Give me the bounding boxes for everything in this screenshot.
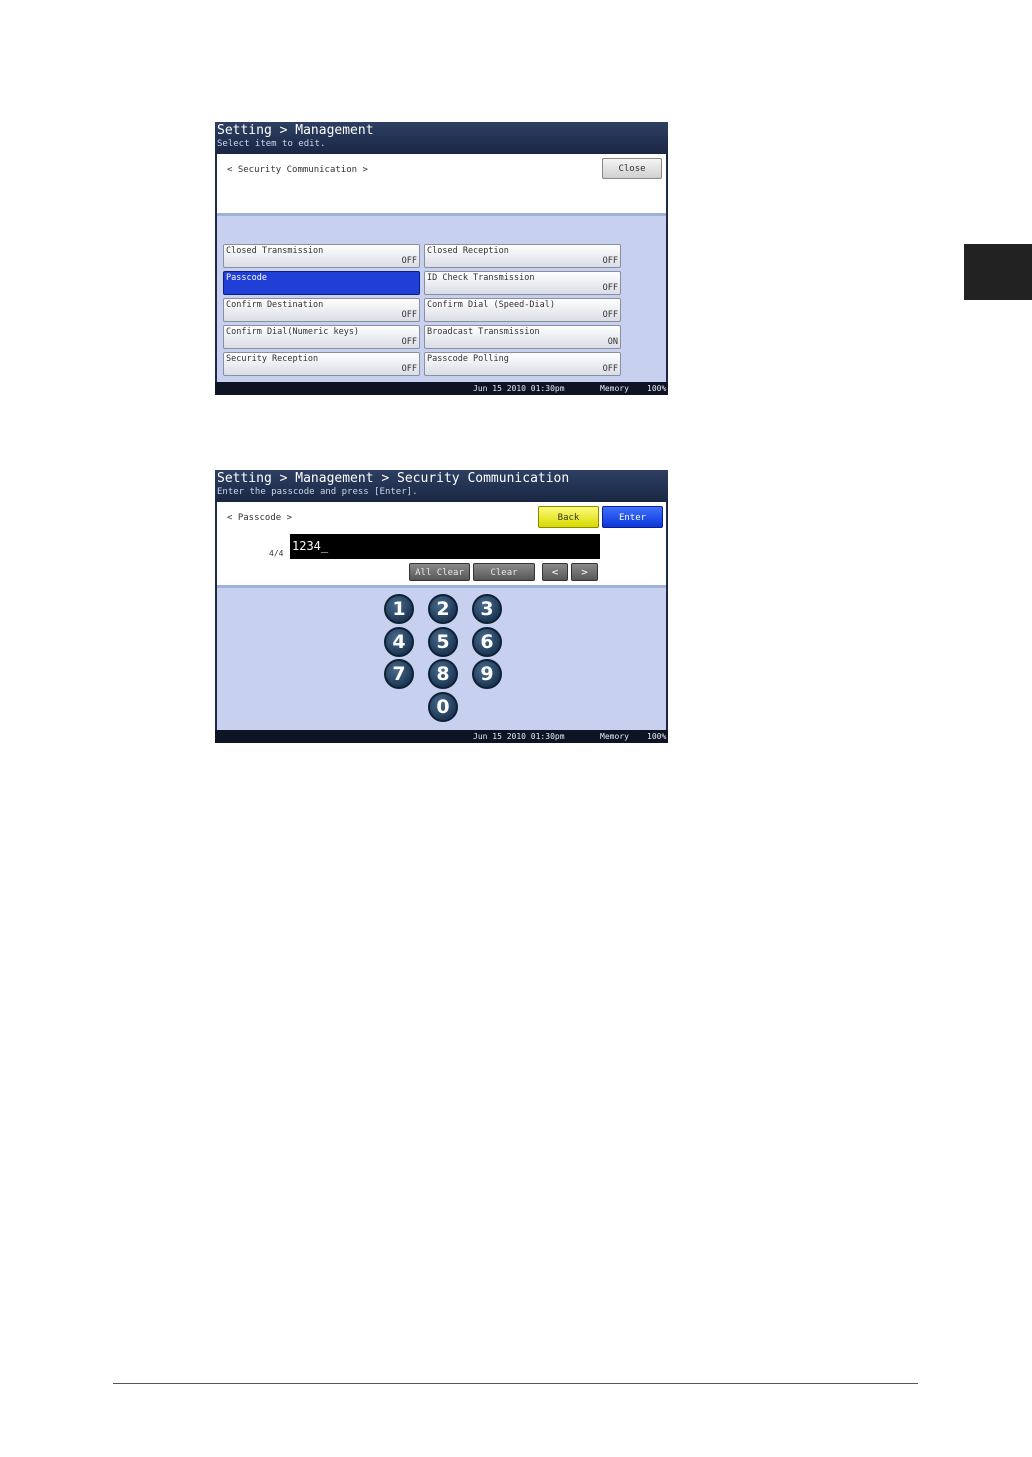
option-broadcast-transmission[interactable]: Broadcast Transmission ON [424, 325, 621, 349]
back-button[interactable]: Back [538, 506, 599, 528]
keypad-area: 1 2 3 4 5 6 7 8 9 0 [217, 588, 666, 730]
management-screen: Setting > Management Select item to edit… [215, 122, 668, 395]
key-1[interactable]: 1 [384, 594, 414, 624]
option-security-reception[interactable]: Security Reception OFF [223, 352, 420, 376]
enter-button[interactable]: Enter [602, 506, 663, 528]
key-2[interactable]: 2 [428, 594, 458, 624]
option-passcode-polling[interactable]: Passcode Polling OFF [424, 352, 621, 376]
option-passcode[interactable]: Passcode [223, 271, 420, 295]
option-value: OFF [401, 310, 417, 320]
option-label: Confirm Dial(Numeric keys) [226, 327, 360, 337]
chapter-tab [964, 244, 1032, 300]
top-panel: < Security Communication > Close [217, 154, 666, 216]
option-value: OFF [401, 337, 417, 347]
key-8[interactable]: 8 [428, 659, 458, 689]
screen-subtitle: Select item to edit. [217, 139, 326, 149]
option-label: Confirm Dial (Speed-Dial) [427, 300, 555, 310]
passcode-input[interactable]: 1234_ [290, 534, 600, 559]
clear-button[interactable]: Clear [473, 563, 535, 581]
option-closed-reception[interactable]: Closed Reception OFF [424, 244, 621, 268]
datetime: Jun 15 2010 01:30pm [473, 732, 565, 741]
option-value: OFF [602, 256, 618, 266]
memory-label: Memory [600, 732, 629, 741]
status-bar: Jun 15 2010 01:30pm Memory 100% [215, 730, 668, 743]
screen-subtitle: Enter the passcode and press [Enter]. [217, 487, 418, 497]
options-area: Closed Transmission OFF Closed Reception… [217, 216, 666, 382]
option-label: Closed Transmission [226, 246, 324, 256]
option-value: OFF [401, 256, 417, 266]
header: Setting > Management > Security Communic… [215, 470, 668, 502]
close-button[interactable]: Close [602, 158, 662, 179]
option-confirm-destination[interactable]: Confirm Destination OFF [223, 298, 420, 322]
memory-value: 100% [647, 384, 667, 393]
option-label: Closed Reception [427, 246, 509, 256]
cursor-right-button[interactable]: > [571, 563, 598, 581]
option-value: OFF [602, 283, 618, 293]
passcode-screen: Setting > Management > Security Communic… [215, 470, 668, 743]
screen-title: Setting > Management [217, 123, 374, 138]
key-5[interactable]: 5 [428, 627, 458, 657]
memory-label: Memory [600, 384, 629, 393]
option-label: Security Reception [226, 354, 319, 364]
option-label: ID Check Transmission [427, 273, 535, 283]
option-confirm-dial-numeric-keys[interactable]: Confirm Dial(Numeric keys) OFF [223, 325, 420, 349]
option-id-check-transmission[interactable]: ID Check Transmission OFF [424, 271, 621, 295]
option-value: OFF [602, 364, 618, 374]
key-7[interactable]: 7 [384, 659, 414, 689]
option-label: Passcode Polling [427, 354, 509, 364]
option-label: Broadcast Transmission [427, 327, 540, 337]
option-value: OFF [401, 364, 417, 374]
datetime: Jun 15 2010 01:30pm [473, 384, 565, 393]
breadcrumb: < Passcode > [227, 513, 293, 523]
character-counter: 4/4 [269, 549, 284, 558]
breadcrumb: < Security Communication > [227, 165, 368, 175]
footer-rule [113, 1383, 918, 1384]
status-bar: Jun 15 2010 01:30pm Memory 100% [215, 382, 668, 395]
top-panel: < Passcode > Back Enter 4/4 1234_ All Cl… [217, 502, 666, 588]
option-label: Passcode [226, 273, 267, 283]
memory-value: 100% [647, 732, 667, 741]
key-9[interactable]: 9 [472, 659, 502, 689]
header: Setting > Management Select item to edit… [215, 122, 668, 154]
option-value: ON [607, 337, 618, 347]
option-confirm-dial-speed-dial[interactable]: Confirm Dial (Speed-Dial) OFF [424, 298, 621, 322]
option-label: Confirm Destination [226, 300, 324, 310]
option-value: OFF [602, 310, 618, 320]
all-clear-button[interactable]: All Clear [409, 563, 470, 581]
cursor-left-button[interactable]: < [542, 563, 568, 581]
key-0[interactable]: 0 [428, 692, 458, 722]
key-4[interactable]: 4 [384, 627, 414, 657]
option-closed-transmission[interactable]: Closed Transmission OFF [223, 244, 420, 268]
key-6[interactable]: 6 [472, 627, 502, 657]
key-3[interactable]: 3 [472, 594, 502, 624]
screen-title: Setting > Management > Security Communic… [217, 471, 570, 486]
